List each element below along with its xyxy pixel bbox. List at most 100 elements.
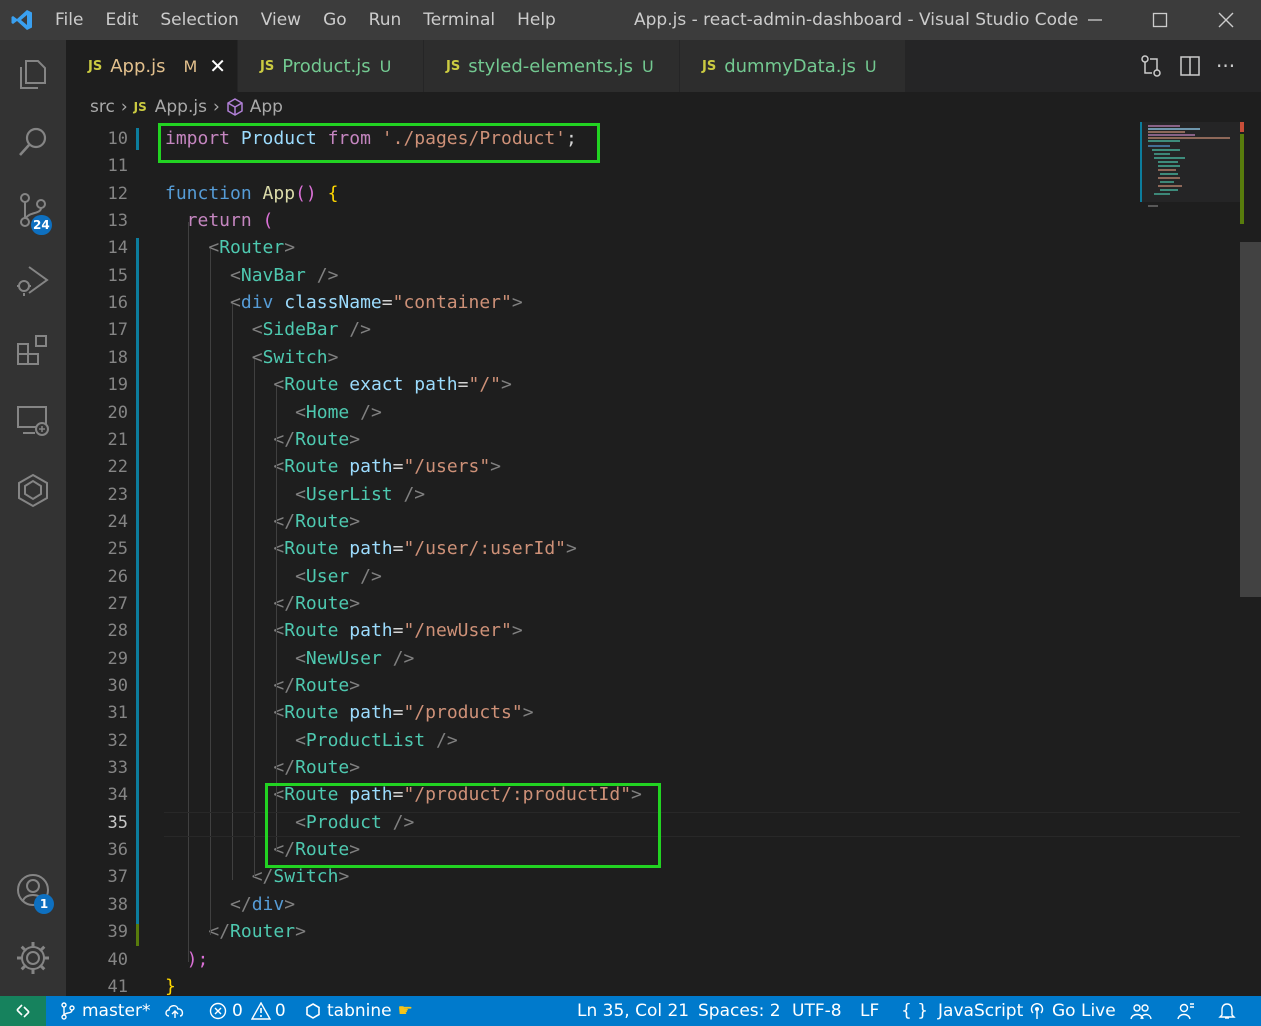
- javascript-file-icon: JS: [446, 58, 461, 74]
- explorer-button[interactable]: [0, 44, 66, 104]
- containers-button[interactable]: [0, 460, 66, 520]
- menu-run[interactable]: Run: [358, 10, 413, 30]
- line-number: 11: [107, 156, 128, 177]
- line-number: 18: [107, 347, 128, 368]
- branch-status[interactable]: master*: [60, 996, 150, 1026]
- javascript-file-icon: JS: [88, 58, 103, 74]
- code-punctuation: >: [349, 510, 361, 532]
- code-line: <User />: [295, 566, 382, 587]
- code-line: </Route>: [273, 675, 360, 696]
- code-tag: SideBar: [262, 319, 339, 341]
- language-mode[interactable]: { } JavaScript: [901, 996, 1023, 1026]
- run-debug-button[interactable]: [0, 250, 66, 310]
- live-share-button[interactable]: [1130, 996, 1152, 1026]
- close-tab-icon[interactable]: ✕: [209, 54, 226, 78]
- menu-edit[interactable]: Edit: [94, 10, 149, 30]
- extensions-button[interactable]: [0, 320, 66, 380]
- compare-changes-button[interactable]: [1140, 54, 1162, 82]
- line-number: 35: [107, 812, 128, 833]
- notifications-button[interactable]: [1218, 996, 1236, 1026]
- code-line: </Route>: [273, 593, 360, 614]
- title-bar: File Edit Selection View Go Run Terminal…: [0, 0, 1261, 40]
- go-live-button[interactable]: Go Live: [1028, 996, 1116, 1026]
- indentation-status[interactable]: Spaces: 2: [698, 996, 781, 1026]
- code-line: </Route>: [273, 511, 360, 532]
- menu-go[interactable]: Go: [312, 10, 358, 30]
- more-actions-button[interactable]: ···: [1216, 54, 1235, 78]
- code-editor[interactable]: 10 11 12 13 14 15 16 17 18 19 20 21 22 23 24 25 26 27 28 29…: [66, 122, 1240, 996]
- remote-indicator-button[interactable]: [0, 996, 46, 1026]
- breadcrumb-file[interactable]: App.js: [155, 97, 207, 117]
- code-line: </Router>: [208, 921, 306, 942]
- code-punctuation: >: [349, 592, 361, 614]
- code-tag: Route: [295, 428, 350, 450]
- code-punctuation: <: [295, 565, 306, 587]
- code-line: </Route>: [273, 429, 360, 450]
- code-tag: NavBar: [240, 264, 306, 286]
- code-line: <NewUser />: [295, 648, 414, 669]
- error-count: 0: [232, 1001, 243, 1021]
- extensions-icon: [17, 335, 47, 365]
- menu-view[interactable]: View: [250, 10, 312, 30]
- minimap[interactable]: [1140, 122, 1240, 996]
- box-icon: [18, 473, 48, 508]
- line-number: 16: [107, 293, 128, 314]
- chevron-right-icon: ›: [212, 97, 220, 117]
- tab-label: dummyData.js: [724, 55, 856, 77]
- menu-selection[interactable]: Selection: [149, 10, 249, 30]
- code-attribute: path: [349, 538, 393, 560]
- code-string: "/users": [403, 456, 491, 478]
- tab-status: U: [864, 56, 877, 76]
- code-punctuation: <: [295, 647, 306, 669]
- menu-file[interactable]: File: [44, 10, 94, 30]
- tab-status: U: [642, 56, 654, 76]
- code-punctuation: >: [349, 757, 361, 779]
- search-button[interactable]: [0, 112, 66, 172]
- line-number: 29: [107, 648, 128, 669]
- remote-explorer-button[interactable]: [0, 390, 66, 450]
- feedback-button[interactable]: [1176, 996, 1196, 1026]
- encoding-status[interactable]: UTF-8: [792, 996, 842, 1026]
- tab-app-js[interactable]: JS App.js M ✕: [66, 40, 238, 92]
- sync-button[interactable]: [164, 996, 186, 1026]
- tab-dummydata-js[interactable]: JS dummyData.js U: [680, 40, 906, 92]
- menu-terminal[interactable]: Terminal: [412, 10, 506, 30]
- breadcrumb-symbol[interactable]: App: [250, 97, 283, 117]
- close-icon: [1218, 12, 1234, 28]
- scrollbar-change-marker: [1240, 134, 1244, 224]
- close-window-button[interactable]: [1196, 0, 1256, 40]
- problems-status[interactable]: 0 0: [209, 996, 286, 1026]
- code-punctuation: />: [305, 264, 339, 286]
- code-string: "/newUser": [403, 620, 512, 642]
- code-brace: }: [165, 975, 176, 996]
- minimize-button[interactable]: [1065, 0, 1125, 40]
- eol-status[interactable]: LF: [860, 996, 879, 1026]
- scrollbar-thumb[interactable]: [1240, 242, 1261, 597]
- tab-product-js[interactable]: JS Product.js U: [238, 40, 424, 92]
- code-attribute: path: [414, 374, 458, 396]
- line-number: 34: [107, 785, 128, 806]
- vertical-scrollbar[interactable]: [1240, 122, 1261, 996]
- code-attribute: exact: [349, 374, 404, 396]
- code-punctuation: <: [295, 483, 306, 505]
- code-punctuation: >: [501, 374, 512, 396]
- tab-status: U: [379, 56, 392, 76]
- tabnine-status[interactable]: tabnine ☛: [305, 996, 413, 1026]
- editor-tabs: JS App.js M ✕ JS Product.js U JS styled-…: [66, 40, 1261, 92]
- menu-help[interactable]: Help: [506, 10, 567, 30]
- line-number: 41: [107, 976, 128, 996]
- window-title: App.js - react-admin-dashboard - Visual …: [634, 10, 1079, 30]
- source-control-button[interactable]: 24: [0, 180, 66, 240]
- maximize-button[interactable]: [1130, 0, 1190, 40]
- tab-styled-elements-js[interactable]: JS styled-elements.js U: [424, 40, 680, 92]
- split-editor-button[interactable]: [1179, 55, 1201, 81]
- breadcrumb-folder[interactable]: src: [90, 97, 115, 117]
- code-tag: Route: [284, 374, 339, 396]
- indent-guide: [188, 222, 189, 962]
- code-tag: NewUser: [305, 647, 382, 669]
- code-punctuation: </: [230, 893, 252, 915]
- manage-button[interactable]: [0, 928, 66, 988]
- accounts-button[interactable]: 1: [0, 860, 66, 920]
- cursor-position[interactable]: Ln 35, Col 21: [577, 996, 689, 1026]
- line-number: 23: [107, 484, 128, 505]
